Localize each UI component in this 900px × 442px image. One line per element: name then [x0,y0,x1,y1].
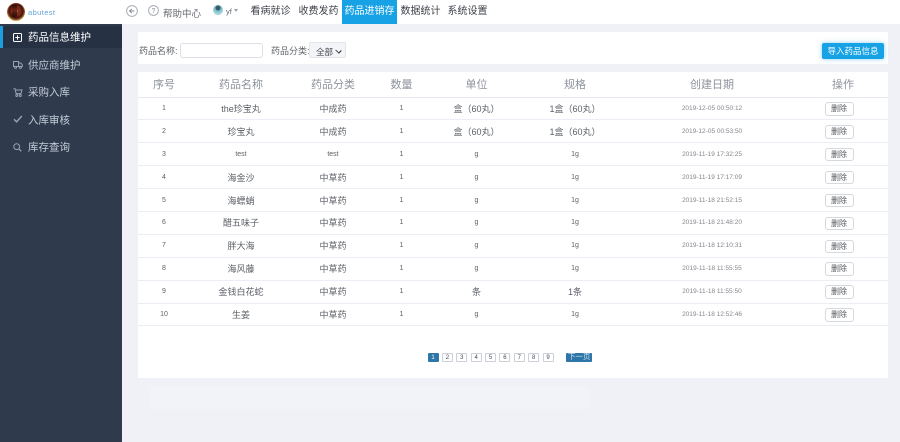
svg-text:?: ? [152,8,156,15]
